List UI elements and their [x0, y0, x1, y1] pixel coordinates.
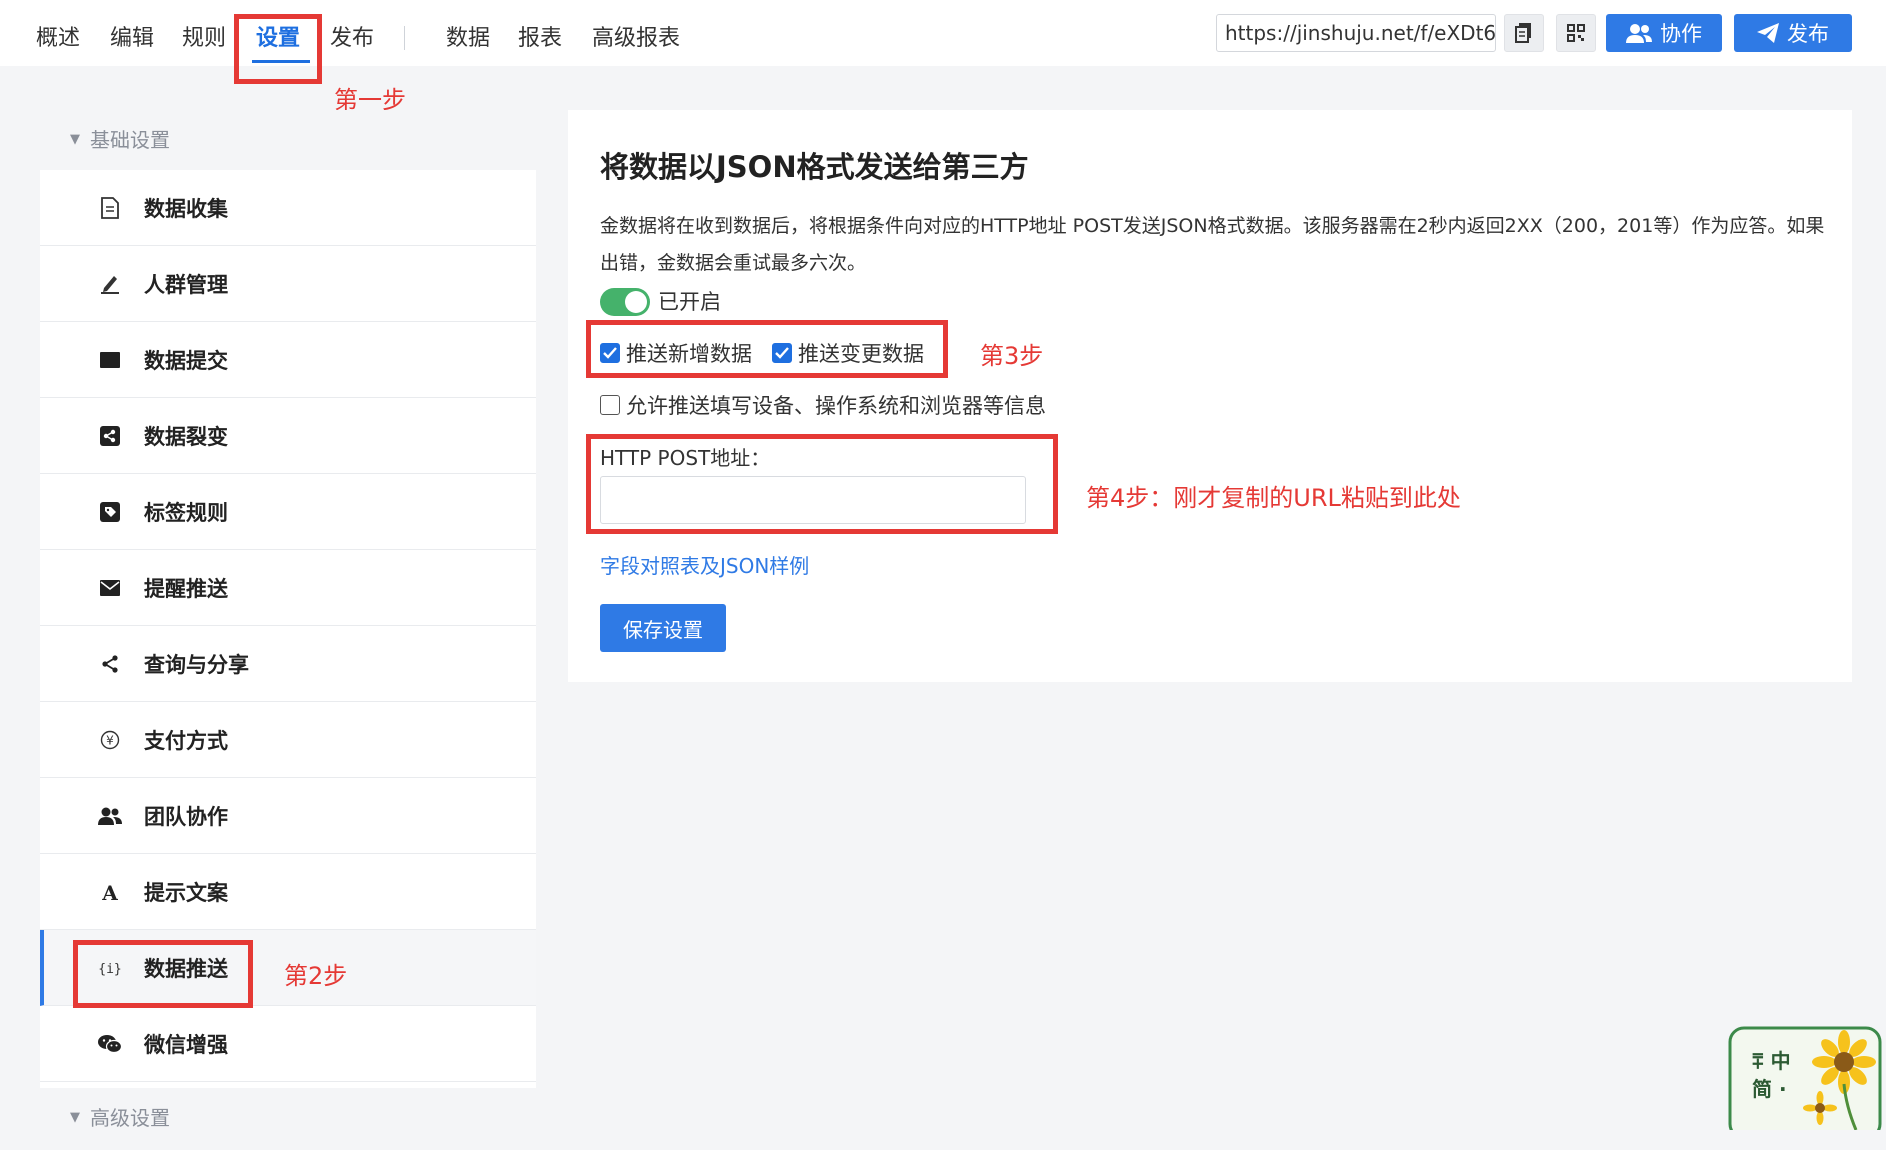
sidebar-item-reminder[interactable]: 提醒推送	[40, 550, 536, 626]
sidebar-item-team[interactable]: 团队协作	[40, 778, 536, 854]
push-description: 金数据将在收到数据后，将根据条件向对应的HTTP地址 POST发送JSON格式数…	[600, 215, 1825, 274]
svg-text:A: A	[101, 882, 118, 902]
sidebar-item-tag-rules[interactable]: 标签规则	[40, 474, 536, 550]
copy-icon	[1515, 23, 1531, 43]
sidebar-item-audience[interactable]: 人群管理	[40, 246, 536, 322]
yen-icon: ¥	[90, 730, 130, 750]
step3-label: 第3步	[980, 342, 1044, 370]
qr-code-button[interactable]	[1556, 14, 1596, 52]
sidebar-item-label: 数据裂变	[144, 424, 228, 449]
sidebar-item-data-submit[interactable]: 数据提交	[40, 322, 536, 398]
step1-highlight	[234, 14, 322, 84]
document-icon	[90, 196, 130, 219]
step2-highlight	[73, 940, 253, 1008]
sidebar-item-label: 支付方式	[144, 728, 228, 753]
push-device-info-label: 允许推送填写设备、操作系统和浏览器等信息	[626, 394, 1046, 418]
toggle-status-label: 已开启	[658, 290, 721, 314]
step3-highlight	[586, 320, 948, 378]
sidebar-item-label: 数据收集	[144, 196, 228, 221]
publish-label: 发布	[1787, 22, 1829, 46]
window-icon	[90, 351, 130, 369]
sidebar-item-label: 微信增强	[144, 1032, 228, 1057]
sidebar-item-payment[interactable]: ¥ 支付方式	[40, 702, 536, 778]
collaborate-button[interactable]: 协作	[1606, 14, 1722, 52]
step4-label: 第4步：刚才复制的URL粘贴到此处	[1086, 484, 1461, 512]
tag-icon	[90, 501, 130, 522]
push-device-info-checkbox[interactable]: 允许推送填写设备、操作系统和浏览器等信息	[600, 390, 1046, 420]
page-title: 将数据以JSON格式发送给第三方	[600, 150, 1029, 184]
sidebar-item-label: 人群管理	[144, 272, 228, 297]
tab-overview[interactable]: 概述	[36, 22, 80, 56]
push-enabled-toggle[interactable]	[600, 288, 650, 316]
section-basic-settings[interactable]: ▼ 基础设置	[40, 110, 536, 170]
sidebar-item-wechat[interactable]: 微信增强	[40, 1006, 536, 1082]
sidebar-item-query-share[interactable]: 查询与分享	[40, 626, 536, 702]
tab-reports[interactable]: 报表	[518, 22, 562, 56]
tab-publish[interactable]: 发布	[330, 22, 374, 56]
nav-divider	[404, 26, 405, 50]
caret-down-icon: ▼	[70, 1109, 80, 1125]
copy-url-button[interactable]	[1504, 14, 1544, 52]
sidebar-item-label: 标签规则	[144, 500, 228, 525]
share-square-icon	[90, 425, 130, 446]
sidebar-item-label: 提醒推送	[144, 576, 228, 601]
sidebar-item-label: 查询与分享	[144, 652, 249, 677]
tab-data[interactable]: 数据	[446, 22, 490, 56]
wechat-icon	[90, 1034, 130, 1054]
font-icon: A	[90, 882, 130, 902]
sunflower-badge-icon: ⩱ 中 简 ·	[1728, 1026, 1882, 1130]
edit-icon	[90, 274, 130, 294]
checkbox-unchecked-icon	[600, 395, 620, 415]
sidebar-item-data-collection[interactable]: 数据收集	[40, 170, 536, 246]
sidebar-item-hint-text[interactable]: A 提示文案	[40, 854, 536, 930]
data-push-panel: 将数据以JSON格式发送给第三方 金数据将在收到数据后，将根据条件向对应的HTT…	[568, 110, 1852, 682]
qr-code-icon	[1567, 24, 1585, 42]
envelope-icon	[90, 579, 130, 596]
form-url-field[interactable]: https://jinshuju.net/f/eXDt6x	[1216, 14, 1496, 52]
sidebar-item-label: 提示文案	[144, 880, 228, 905]
save-settings-button[interactable]: 保存设置	[600, 604, 726, 652]
tab-edit[interactable]: 编辑	[110, 22, 154, 56]
team-icon	[90, 807, 130, 825]
toggle-knob	[625, 291, 647, 313]
sidebar-item-label: 数据提交	[144, 348, 228, 373]
svg-text:简 ·: 简 ·	[1752, 1077, 1787, 1101]
tab-advanced-reports[interactable]: 高级报表	[592, 22, 680, 56]
field-mapping-link[interactable]: 字段对照表及JSON样例	[600, 550, 809, 579]
collaborate-label: 协作	[1660, 22, 1702, 46]
tab-rules[interactable]: 规则	[182, 22, 226, 56]
sidebar-item-data-fission[interactable]: 数据裂变	[40, 398, 536, 474]
caret-down-icon: ▼	[70, 131, 80, 147]
section-advanced-settings[interactable]: ▼ 高级设置	[40, 1088, 536, 1148]
step4-highlight	[586, 434, 1058, 534]
svg-text:⩱ 中: ⩱ 中	[1752, 1049, 1791, 1073]
share-icon	[90, 654, 130, 673]
sidebar-item-label: 团队协作	[144, 804, 228, 829]
users-icon	[1626, 24, 1652, 43]
svg-text:¥: ¥	[106, 733, 114, 747]
step2-label: 第2步	[284, 962, 348, 990]
publish-button[interactable]: 发布	[1734, 14, 1852, 52]
paper-plane-icon	[1757, 23, 1779, 43]
